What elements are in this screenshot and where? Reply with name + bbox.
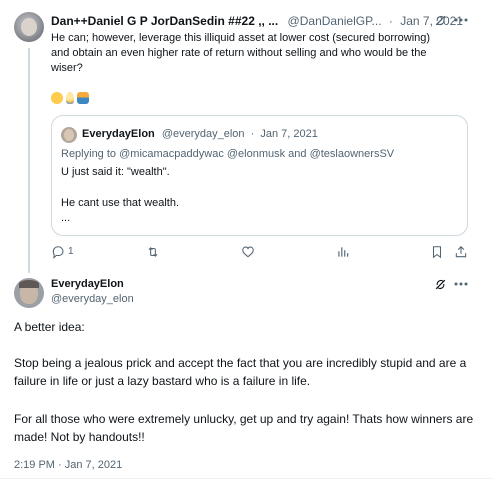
quoted-separator: · (250, 128, 255, 140)
reply-emoji-row (51, 91, 89, 105)
avatar-face (21, 18, 37, 36)
repost-icon[interactable] (146, 245, 160, 259)
reply-icon[interactable] (51, 245, 65, 259)
quoted-date[interactable]: Jan 7, 2021 (260, 128, 318, 140)
replying-to-prefix: Replying to (61, 148, 117, 160)
light-bulb-icon (66, 92, 74, 104)
reply-author-handle[interactable]: @DanDanielGP... (288, 14, 382, 28)
sunrise-icon (77, 92, 89, 104)
more-options-icon[interactable] (454, 18, 468, 22)
reply-action-bar: 1 (51, 245, 471, 259)
main-paragraph-1: A better idea: (14, 320, 85, 334)
quoted-header: EverydayElon @everyday_elon · Jan 7, 202… (82, 128, 318, 140)
avatar-face (64, 129, 74, 141)
quoted-author-avatar (61, 127, 77, 143)
main-paragraph-2: Stop being a jealous prick and accept th… (14, 356, 467, 388)
more-options-icon[interactable] (454, 282, 468, 286)
quoted-replying-to: Replying to @micamacpaddywac @elonmusk a… (61, 148, 394, 160)
main-timestamp[interactable]: 2:19 PM · Jan 7, 2021 (14, 459, 122, 471)
reply-author-name[interactable]: Dan++Daniel G P JorDanSedin ##22 ,, ... (51, 14, 278, 28)
main-author-handle[interactable]: @everyday_elon (51, 293, 134, 305)
share-icon[interactable] (454, 245, 468, 259)
quoted-line-1: U just said it: "wealth". (61, 166, 170, 178)
reply-separator: · (388, 14, 393, 28)
main-author-avatar[interactable] (14, 278, 44, 308)
grok-icon[interactable] (434, 278, 447, 291)
views-icon[interactable] (336, 245, 350, 259)
main-paragraph-3: For all those who were extremely unlucky… (14, 412, 474, 444)
thinking-face-icon (51, 92, 63, 104)
reply-text: He can; however, leverage this illiquid … (51, 32, 431, 74)
reply-author-avatar[interactable] (14, 12, 44, 42)
replying-to-handles[interactable]: @micamacpaddywac @elonmusk and @teslaown… (119, 148, 394, 160)
bookmark-icon[interactable] (430, 245, 444, 259)
thread-connector-line (28, 48, 30, 273)
quoted-line-3: ... (61, 212, 71, 224)
avatar-hair (19, 280, 39, 288)
quoted-author-handle[interactable]: @everyday_elon (162, 128, 245, 140)
quoted-line-2: He cant use that wealth. (61, 197, 180, 209)
reply-header: Dan++Daniel G P JorDanSedin ##22 ,, ... … (51, 14, 463, 28)
like-icon[interactable] (241, 245, 255, 259)
grok-icon[interactable] (434, 14, 447, 27)
reply-count: 1 (68, 246, 74, 257)
quoted-author-name[interactable]: EverydayElon (82, 128, 155, 140)
main-author-name[interactable]: EverydayElon (51, 278, 124, 290)
